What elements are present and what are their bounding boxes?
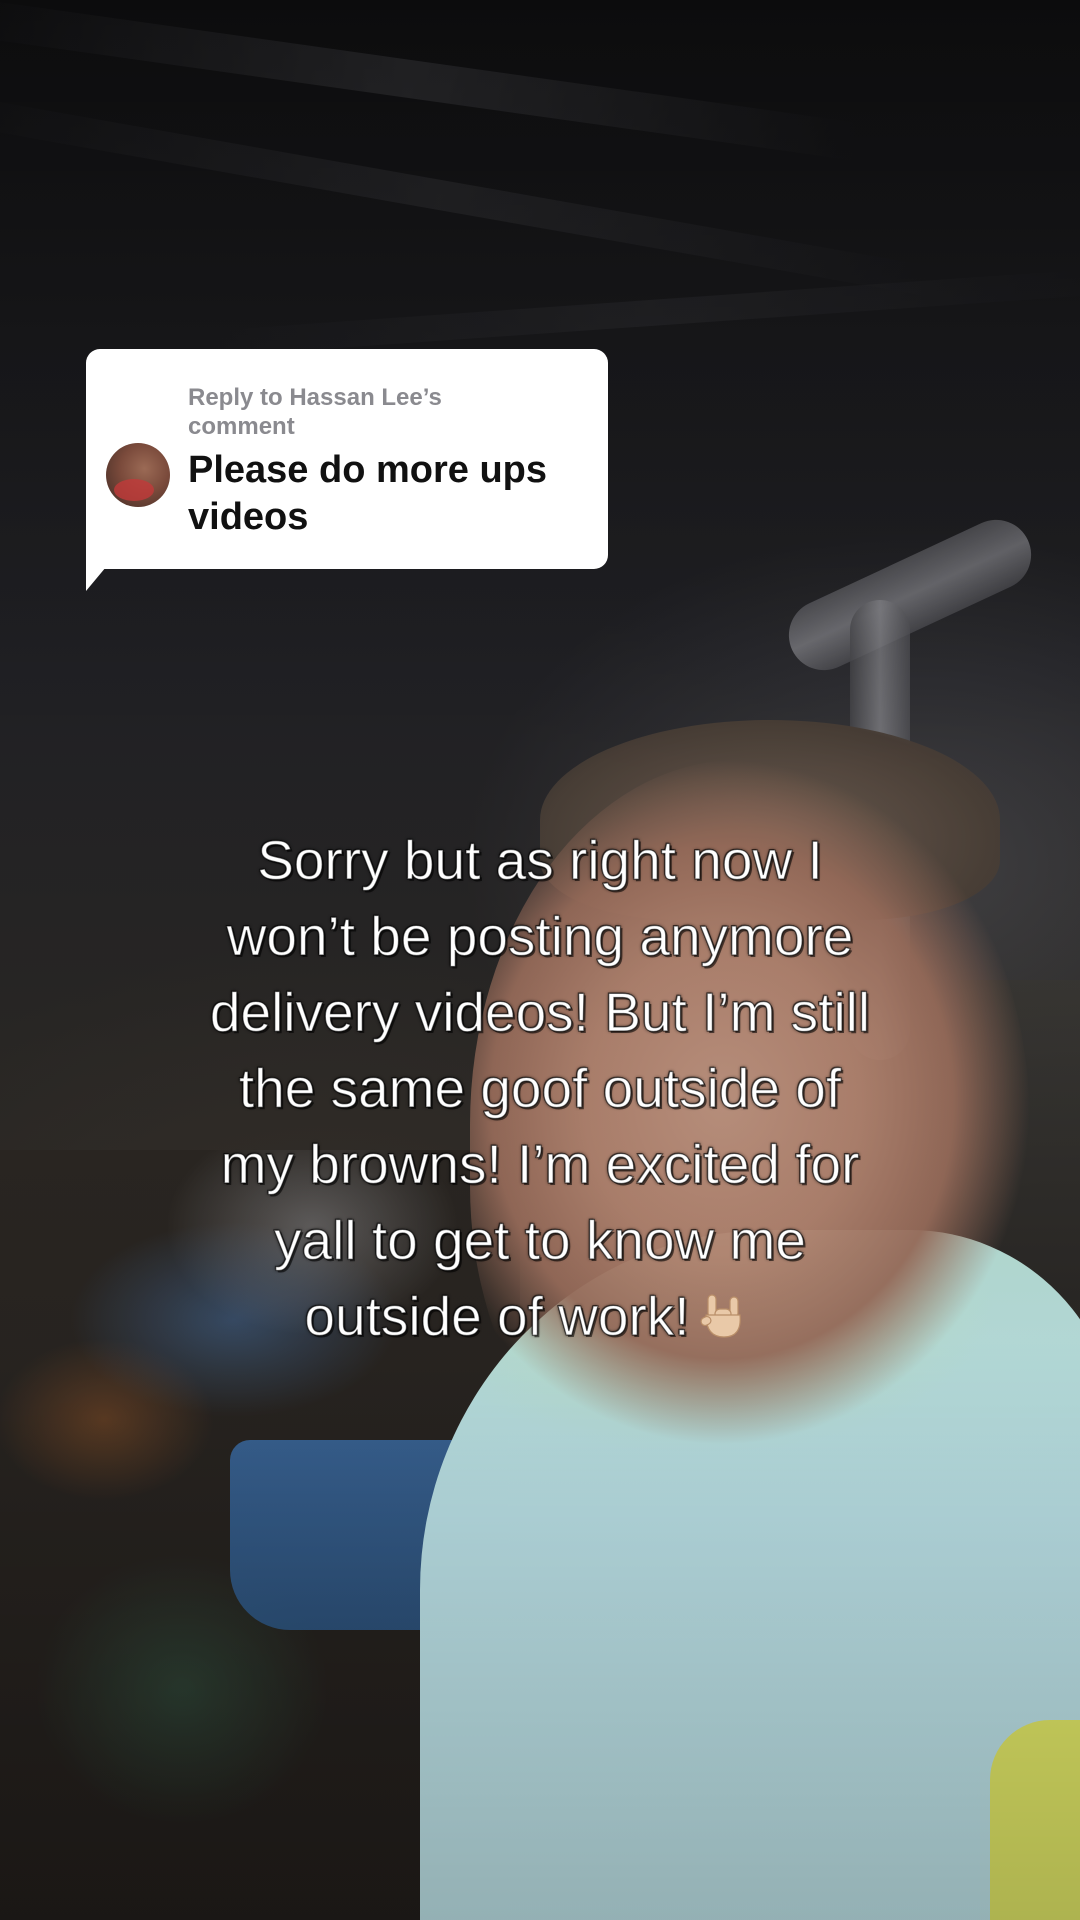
reply-sticker-tail <box>86 555 116 591</box>
avatar-detail <box>114 479 154 501</box>
reply-header: Reply to Hassan Lee’s comment <box>188 383 568 441</box>
caption-line: the same goof outside of <box>238 1056 842 1119</box>
video-frame[interactable]: Reply to Hassan Lee’s comment Please do … <box>0 0 1080 1920</box>
caption-line: my browns! I’m excited for <box>220 1132 860 1195</box>
reply-comment-sticker[interactable]: Reply to Hassan Lee’s comment Please do … <box>86 349 608 569</box>
user-avatar-icon[interactable] <box>106 443 170 507</box>
caption-line: yall to get to know me <box>273 1208 806 1271</box>
video-caption: Sorry but as right now I won’t be postin… <box>100 822 980 1354</box>
caption-line: outside of work! <box>304 1284 690 1347</box>
reply-comment-text: Please do more ups videos <box>188 449 548 538</box>
rock-on-hand-icon <box>700 1282 746 1338</box>
caption-line-last: outside of work! <box>100 1278 980 1354</box>
reply-header-line1: Reply to Hassan Lee’s <box>188 384 442 411</box>
caption-line: Sorry but as right now I <box>257 828 824 891</box>
caption-line: won’t be posting anymore <box>226 904 854 967</box>
caption-line: delivery videos! But I’m still <box>209 980 871 1043</box>
reply-header-line2: comment <box>188 413 295 440</box>
